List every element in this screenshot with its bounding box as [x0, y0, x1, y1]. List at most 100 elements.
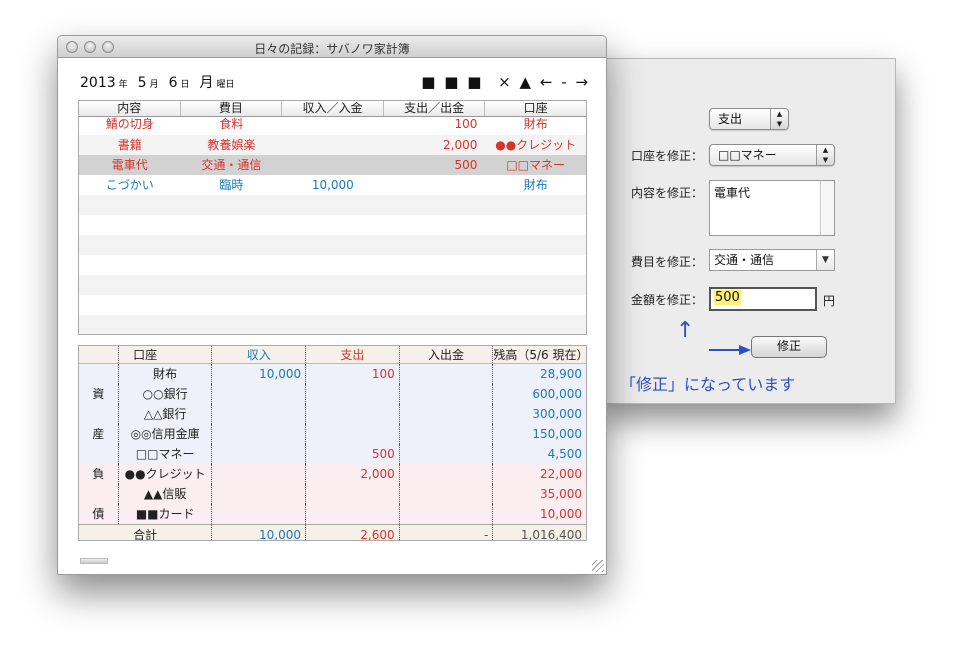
- category-cell: 食料: [219, 117, 244, 131]
- content-textarea[interactable]: 電車代: [709, 180, 835, 236]
- annotation-note: 「修正」になっています: [620, 375, 796, 394]
- entries-table: 内容 費目 収入／入金 支出／出金 口座 鯖の切身 食料 100 財布 書籍 教…: [78, 100, 587, 335]
- column-header[interactable]: 内容: [79, 101, 181, 116]
- square-icon[interactable]: ■: [467, 73, 483, 91]
- income-value: [212, 384, 307, 404]
- expense-value: 500: [306, 444, 400, 464]
- year: 2013: [80, 75, 116, 91]
- transfer-value: [400, 404, 494, 424]
- balance-row: 負 ●●クレジット 2,000 22,000: [79, 464, 586, 484]
- textarea-scrollbar[interactable]: [820, 181, 834, 235]
- total-income: 10,000: [212, 525, 306, 540]
- income-value: [212, 464, 307, 484]
- income-value: [212, 504, 307, 524]
- empty-row[interactable]: [79, 235, 586, 255]
- category-cell: 交通・通信: [201, 158, 262, 172]
- account-select-value: □□マネー: [718, 148, 777, 162]
- empty-row[interactable]: [79, 255, 586, 275]
- amount-input[interactable]: 500: [709, 287, 817, 311]
- category-combobox-value: 交通・通信: [714, 253, 775, 267]
- side-label: [79, 484, 119, 504]
- up-icon[interactable]: ▲: [520, 73, 534, 91]
- column-header: 支出: [306, 346, 400, 363]
- square-icon[interactable]: ■: [421, 73, 437, 91]
- account-label: 口座を修正：: [631, 149, 704, 163]
- transfer-value: [400, 424, 494, 444]
- type-select[interactable]: 支出 ▲ ▼: [709, 108, 789, 130]
- today-button[interactable]: -: [561, 73, 568, 91]
- balance-table: 口座 収入 支出 入出金 残高（5/6 現在） 財布 10,000 100 28…: [78, 345, 587, 541]
- side-label: [79, 364, 119, 384]
- weekday-suffix: 曜日: [216, 80, 235, 90]
- empty-row[interactable]: [79, 295, 586, 315]
- income-value: [212, 404, 307, 424]
- column-header: 残高（5/6 現在）: [493, 348, 586, 362]
- expense-cell: [384, 175, 486, 195]
- column-header[interactable]: 支出／出金: [384, 101, 486, 116]
- currency-label: 円: [823, 294, 836, 308]
- prev-arrow-icon[interactable]: ←: [540, 73, 555, 91]
- day-suffix: 日: [180, 80, 190, 90]
- income-cell: [282, 135, 384, 155]
- total-expense: 2,600: [306, 525, 400, 540]
- account-name: ■■カード: [119, 504, 213, 524]
- content-label: 内容を修正：: [631, 186, 704, 200]
- balance-row: △△銀行 300,000: [79, 404, 586, 424]
- content-cell: こづかい: [105, 178, 154, 192]
- balance-row: 産 ◎◎信用金庫 150,000: [79, 424, 586, 444]
- column-header[interactable]: 費目: [181, 101, 283, 116]
- account-select[interactable]: □□マネー ▲ ▼: [709, 144, 835, 166]
- empty-row[interactable]: [79, 215, 586, 235]
- income-cell: [282, 155, 384, 175]
- chevron-down-icon[interactable]: ▼: [816, 250, 834, 270]
- expense-value: [306, 404, 400, 424]
- select-arrows-icon: ▲ ▼: [770, 109, 788, 129]
- transfer-value: [400, 464, 494, 484]
- table-row[interactable]: こづかい 臨時 10,000 財布: [79, 175, 586, 195]
- expense-value: 100: [306, 364, 400, 384]
- balance-value: 10,000: [540, 507, 583, 521]
- income-value: [212, 444, 307, 464]
- balance-value: 28,900: [540, 367, 583, 381]
- column-header[interactable]: 口座: [485, 101, 586, 116]
- side-label: 資: [79, 384, 119, 404]
- content-cell: 鯖の切身: [105, 117, 154, 131]
- income-cell: 10,000: [311, 178, 354, 192]
- empty-row[interactable]: [79, 195, 586, 215]
- scroll-grip[interactable]: [80, 558, 108, 564]
- title-bar[interactable]: 日々の記録：サバノワ家計簿: [58, 36, 606, 58]
- total-transfer: -: [400, 525, 494, 540]
- category-cell: 臨時: [219, 178, 244, 192]
- table-row[interactable]: 鯖の切身 食料 100 財布: [79, 117, 586, 135]
- main-window: 日々の記録：サバノワ家計簿 2013 年 5 月 6 日月曜日 ■ ■ ■ × ▲ ← -…: [57, 35, 607, 575]
- account-name: ●●クレジット: [119, 464, 213, 484]
- expense-value: [306, 504, 400, 524]
- balance-value: 150,000: [532, 427, 583, 441]
- account-cell: □□マネー: [506, 158, 566, 172]
- square-icon[interactable]: ■: [444, 73, 460, 91]
- account-name: △△銀行: [119, 404, 213, 424]
- content-textarea-value: 電車代: [714, 186, 751, 200]
- resize-handle-icon[interactable]: [592, 560, 604, 572]
- window-title: 日々の記録：サバノワ家計簿: [254, 42, 410, 56]
- month-suffix: 月: [149, 80, 159, 90]
- empty-row[interactable]: [79, 315, 586, 334]
- income-value: [212, 484, 307, 504]
- empty-row[interactable]: [79, 275, 586, 295]
- expense-value: [306, 484, 400, 504]
- nav-toolbar: ■ ■ ■ × ▲ ← - →: [421, 73, 590, 91]
- transfer-value: [400, 364, 494, 384]
- table-row[interactable]: 書籍 教養娯楽 2,000 ●●クレジット: [79, 135, 586, 155]
- expense-cell: 100: [454, 117, 478, 131]
- side-label: 債: [79, 504, 119, 524]
- next-arrow-icon[interactable]: →: [575, 73, 590, 91]
- table-row-selected[interactable]: 電車代 交通・通信 500 □□マネー: [79, 155, 586, 175]
- delete-icon[interactable]: ×: [498, 73, 513, 91]
- category-combobox[interactable]: 交通・通信 ▼: [709, 249, 835, 271]
- column-header[interactable]: 収入／入金: [282, 101, 384, 116]
- expense-cell: 500: [454, 158, 478, 172]
- income-value: [212, 424, 307, 444]
- submit-button[interactable]: 修正: [751, 336, 827, 358]
- date-display: 2013 年 5 月 6 日月曜日: [80, 72, 245, 92]
- year-suffix: 年: [118, 80, 128, 90]
